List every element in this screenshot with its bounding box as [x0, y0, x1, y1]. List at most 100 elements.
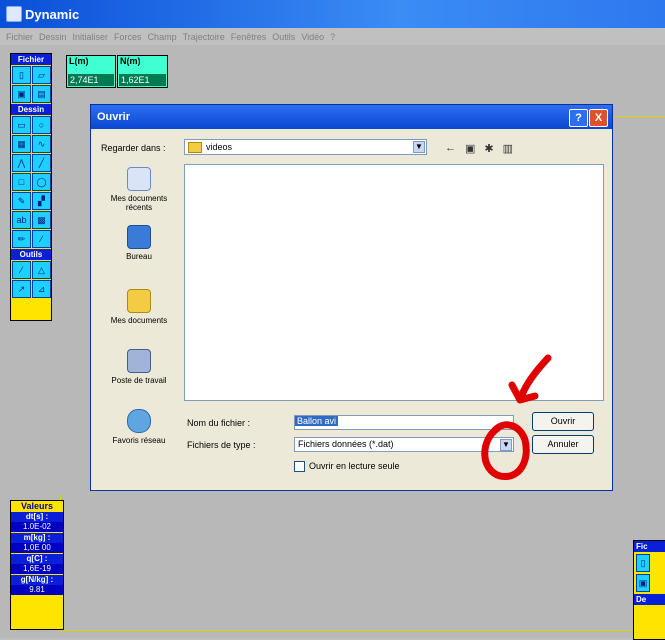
cancel-button[interactable]: Annuler [532, 435, 594, 454]
dialog-titlebar: Ouvrir ? X [91, 105, 612, 129]
menu-help[interactable]: ? [330, 32, 335, 42]
secondary-toolbar: Fic ▯ ▣ De [633, 540, 665, 640]
place-computer[interactable]: Poste de travail [99, 349, 179, 385]
save-icon[interactable]: ▣ [12, 85, 31, 103]
open-file-icon[interactable]: ▱ [32, 66, 51, 84]
filename-value: Ballon avi [295, 416, 339, 426]
menu-initialiser[interactable]: Initialiser [73, 32, 109, 42]
place-desktop[interactable]: Bureau [99, 225, 179, 261]
dialog-toolbar: ← ▣ ✱ ▥ [445, 142, 513, 155]
ellipse-tool-icon[interactable]: ◯ [32, 173, 51, 191]
line-tool-icon[interactable]: ╱ [32, 154, 51, 172]
menu-video[interactable]: Vidéo [301, 32, 324, 42]
place-network[interactable]: Favoris réseau [99, 409, 179, 445]
polyline-tool-icon[interactable]: ⋀ [12, 154, 31, 172]
desktop-icon [127, 225, 151, 249]
workspace-border-bottom [60, 630, 635, 631]
value-m[interactable]: 1,0E 00 [11, 543, 63, 554]
my-documents-icon [127, 289, 151, 313]
value-g[interactable]: 9.81 [11, 585, 63, 596]
place-recent[interactable]: Mes documents récents [99, 167, 179, 212]
readout-l-value: 2,74E1 [68, 74, 114, 86]
menu-trajectoire[interactable]: Trajectoire [183, 32, 225, 42]
folder-icon [188, 141, 202, 153]
recent-documents-icon [127, 167, 151, 191]
menu-dessin[interactable]: Dessin [39, 32, 67, 42]
back-arrow-icon[interactable]: ← [445, 142, 456, 155]
value-dt[interactable]: 1.0E-02 [11, 522, 63, 533]
look-in-select[interactable]: videos ▼ [184, 139, 427, 155]
menu-champ[interactable]: Champ [148, 32, 177, 42]
value-label-m: m[kg] : [11, 533, 63, 543]
pencil-tool-icon[interactable]: ✏ [12, 230, 31, 248]
values-title: Valeurs [11, 501, 63, 512]
circle-tool-icon[interactable]: ○ [32, 116, 51, 134]
toolbar-section-dessin: Dessin [11, 104, 51, 115]
secondary-toolbar-fichier: Fic [634, 541, 665, 552]
up-folder-icon[interactable]: ▣ [465, 142, 475, 155]
computer-icon [127, 349, 151, 373]
app-icon [6, 6, 22, 22]
ruler-icon[interactable]: ⁄ [12, 261, 31, 279]
readout-l-label: L(m) [69, 56, 89, 66]
secondary-save-icon[interactable]: ▣ [636, 574, 650, 592]
secondary-new-icon[interactable]: ▯ [636, 554, 650, 572]
readout-l: L(m) 2,74E1 [66, 55, 116, 88]
place-documents[interactable]: Mes documents [99, 289, 179, 325]
open-button[interactable]: Ouvrir [532, 412, 594, 431]
new-file-icon[interactable]: ▯ [12, 66, 31, 84]
view-menu-icon[interactable]: ▥ [503, 142, 513, 155]
new-folder-icon[interactable]: ✱ [484, 142, 493, 155]
print-icon[interactable]: ▤ [32, 85, 51, 103]
readout-n-label: N(m) [120, 56, 141, 66]
readout-n: N(m) 1,62E1 [117, 55, 168, 88]
filetype-label: Fichiers de type : [187, 440, 256, 450]
readout-n-value: 1,62E1 [119, 74, 166, 86]
filename-label: Nom du fichier : [187, 418, 251, 428]
color-palette-icon[interactable]: ▩ [32, 211, 51, 229]
value-q[interactable]: 1,6E-19 [11, 564, 63, 575]
left-toolbar: Fichier ▯ ▱ ▣ ▤ Dessin ▭ ○ ▦ ∿ ⋀ ╱ □ ◯ ✎… [10, 53, 52, 321]
app-title: Dynamic [25, 6, 80, 22]
filename-input[interactable]: Ballon avi [294, 415, 514, 430]
place-network-label: Favoris réseau [112, 436, 166, 445]
app-titlebar: Dynamic [0, 0, 665, 28]
value-label-dt: dt[s] : [11, 512, 63, 522]
value-label-g: g[N/kg] : [11, 575, 63, 585]
readonly-label: Ouvrir en lecture seule [309, 461, 400, 471]
rectangle-tool-icon[interactable]: ▭ [12, 116, 31, 134]
menu-fichier[interactable]: Fichier [6, 32, 33, 42]
place-documents-label: Mes documents [110, 316, 168, 325]
place-recent-label: Mes documents récents [110, 194, 168, 212]
toolbar-section-fichier: Fichier [11, 54, 51, 65]
open-dialog: Ouvrir ? X Regarder dans : videos ▼ ← ▣ … [90, 104, 613, 491]
filetype-dropdown-icon[interactable]: ▼ [500, 439, 512, 451]
look-in-value: videos [206, 142, 233, 152]
brush-tool-icon[interactable]: ⁄ [32, 230, 51, 248]
grid-tool-icon[interactable]: ▦ [12, 135, 31, 153]
places-bar: Mes documents récents Bureau Mes documen… [99, 163, 179, 463]
chevron-down-icon[interactable]: ▼ [413, 141, 425, 153]
workspace-border-top [612, 116, 665, 117]
file-list[interactable] [184, 164, 604, 401]
protractor-icon[interactable]: △ [32, 261, 51, 279]
place-computer-label: Poste de travail [111, 376, 167, 385]
menu-fenetres[interactable]: Fenêtres [231, 32, 267, 42]
look-in-label: Regarder dans : [101, 143, 166, 153]
fill-tool-icon[interactable]: ▞ [32, 192, 51, 210]
network-icon [127, 409, 151, 433]
vector-tool-icon[interactable]: ↗ [12, 280, 31, 298]
pen-tool-icon[interactable]: ✎ [12, 192, 31, 210]
measure-tool-icon[interactable]: ⊿ [32, 280, 51, 298]
readonly-checkbox[interactable] [294, 461, 305, 472]
curve-tool-icon[interactable]: ∿ [32, 135, 51, 153]
square-tool-icon[interactable]: □ [12, 173, 31, 191]
menu-outils[interactable]: Outils [272, 32, 295, 42]
close-button[interactable]: X [589, 109, 608, 127]
filetype-select[interactable]: Fichiers données (*.dat) ▼ [294, 437, 514, 452]
text-tool-icon[interactable]: ab [12, 211, 31, 229]
place-desktop-label: Bureau [126, 252, 152, 261]
help-button[interactable]: ? [569, 109, 588, 127]
menu-forces[interactable]: Forces [114, 32, 142, 42]
toolbar-section-outils: Outils [11, 249, 51, 260]
